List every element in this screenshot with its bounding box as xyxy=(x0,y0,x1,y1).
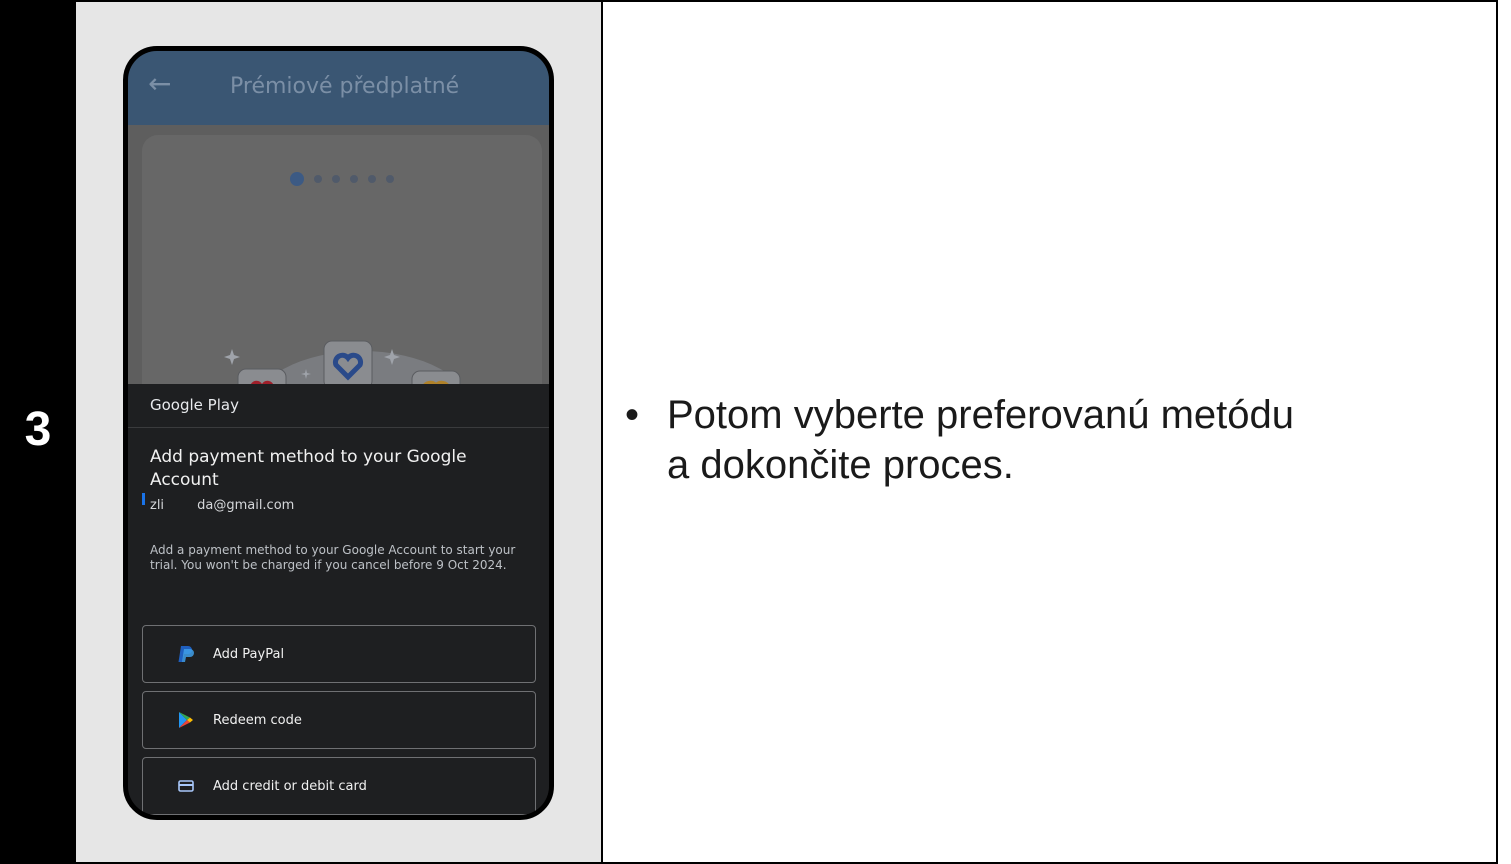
instruction-line-1: Potom vyberte preferovanú metódu xyxy=(667,393,1295,437)
credit-card-icon xyxy=(177,777,195,795)
app-title: Prémiové předplatné xyxy=(230,74,460,99)
promo-card xyxy=(142,135,542,409)
google-play-icon xyxy=(177,711,195,729)
sheet-description: Add a payment method to your Google Acco… xyxy=(150,543,516,572)
carousel-dot xyxy=(290,172,304,186)
instruction-line-2: a dokončite proces. xyxy=(667,443,1014,487)
account-marker xyxy=(142,493,145,505)
add-paypal-label: Add PayPal xyxy=(213,646,285,662)
instruction-cell: • Potom vyberte preferovanú metódu a dok… xyxy=(601,0,1498,864)
sheet-title: Add payment method to your Google Accoun… xyxy=(150,447,467,490)
instruction-text: Potom vyberte preferovanú metódu a dokon… xyxy=(667,390,1437,490)
step-column: 3 xyxy=(0,0,76,864)
sheet-header: Google Play xyxy=(128,384,549,428)
redeem-code-button[interactable]: Redeem code xyxy=(142,691,536,749)
carousel-indicator xyxy=(290,172,394,186)
payment-bottom-sheet: Google Play Add payment method to your G… xyxy=(128,384,549,815)
phone-screenshot: ← Prémiové předplatné Google Play Add pa… xyxy=(123,46,554,820)
account-email: zli da@gmail.com xyxy=(150,498,295,513)
bullet-marker: • xyxy=(625,393,640,437)
paypal-icon xyxy=(177,645,195,663)
carousel-dot xyxy=(332,175,340,183)
app-bar: ← Prémiové předplatné xyxy=(128,51,549,125)
carousel-dot xyxy=(350,175,358,183)
add-card-label: Add credit or debit card xyxy=(213,778,367,794)
step-number: 3 xyxy=(24,403,52,456)
carousel-dot xyxy=(386,175,394,183)
redeem-code-label: Redeem code xyxy=(213,712,302,728)
carousel-dot xyxy=(314,175,322,183)
arrow-left-icon[interactable]: ← xyxy=(148,69,178,99)
add-paypal-button[interactable]: Add PayPal xyxy=(142,625,536,683)
dimmed-background xyxy=(128,125,549,409)
carousel-dot xyxy=(368,175,376,183)
add-card-button[interactable]: Add credit or debit card xyxy=(142,757,536,815)
